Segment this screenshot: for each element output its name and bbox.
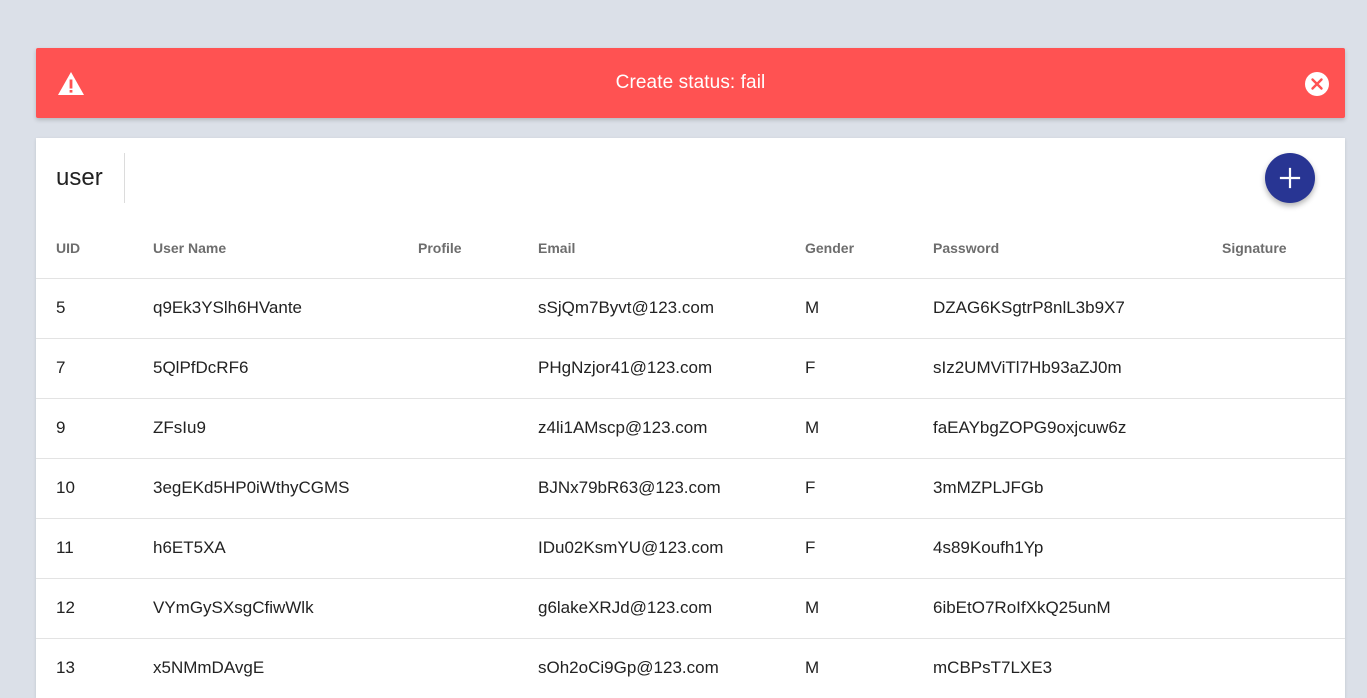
cell-profile — [418, 278, 538, 339]
cell-email: IDu02KsmYU@123.com — [538, 518, 805, 579]
cell-profile — [418, 338, 538, 399]
table-row[interactable]: 7 5QlPfDcRF6 PHgNzjor41@123.com F sIz2UM… — [36, 338, 1345, 399]
column-header-profile[interactable]: Profile — [418, 218, 538, 279]
cell-uid: 5 — [36, 278, 153, 339]
title-divider — [124, 153, 125, 203]
cell-profile — [418, 398, 538, 459]
alert-message: Create status: fail — [615, 72, 766, 93]
column-header-email[interactable]: Email — [538, 218, 805, 279]
cell-username: q9Ek3YSlh6HVante — [153, 278, 418, 339]
column-header-uid[interactable]: UID — [36, 218, 153, 279]
table-row[interactable]: 11 h6ET5XA IDu02KsmYU@123.com F 4s89Kouf… — [36, 518, 1345, 579]
cell-username: 3egEKd5HP0iWthyCGMS — [153, 458, 418, 519]
cell-username: VYmGySXsgCfiwWlk — [153, 578, 418, 639]
cell-profile — [418, 638, 538, 698]
page-title: user — [56, 164, 103, 191]
table-row[interactable]: 9 ZFsIu9 z4li1AMscp@123.com M faEAYbgZOP… — [36, 398, 1345, 459]
cell-uid: 13 — [36, 638, 153, 698]
cell-password: 4s89Koufh1Yp — [933, 518, 1222, 579]
column-header-password[interactable]: Password — [933, 218, 1222, 279]
cell-password: sIz2UMViTl7Hb93aZJ0m — [933, 338, 1222, 399]
cell-username: h6ET5XA — [153, 518, 418, 579]
cell-gender: M — [805, 638, 933, 698]
table-row[interactable]: 13 x5NMmDAvgE sOh2oCi9Gp@123.com M mCBPs… — [36, 638, 1345, 698]
cell-username: x5NMmDAvgE — [153, 638, 418, 698]
cell-uid: 12 — [36, 578, 153, 639]
user-table-card: user UID User Name Profile Email Gender … — [36, 138, 1345, 698]
cell-username: ZFsIu9 — [153, 398, 418, 459]
cell-profile — [418, 458, 538, 519]
cell-signature — [1222, 518, 1345, 579]
cell-signature — [1222, 338, 1345, 399]
column-header-gender[interactable]: Gender — [805, 218, 933, 279]
cell-email: BJNx79bR63@123.com — [538, 458, 805, 519]
cell-password: 3mMZPLJFGb — [933, 458, 1222, 519]
cell-signature — [1222, 638, 1345, 698]
table-row[interactable]: 12 VYmGySXsgCfiwWlk g6lakeXRJd@123.com M… — [36, 578, 1345, 639]
cell-email: g6lakeXRJd@123.com — [538, 578, 805, 639]
cell-gender: M — [805, 398, 933, 459]
user-table: UID User Name Profile Email Gender Passw… — [36, 218, 1345, 698]
cell-profile — [418, 578, 538, 639]
cell-uid: 9 — [36, 398, 153, 459]
cell-password: mCBPsT7LXE3 — [933, 638, 1222, 698]
cell-gender: F — [805, 338, 933, 399]
cell-gender: M — [805, 278, 933, 339]
cell-email: sOh2oCi9Gp@123.com — [538, 638, 805, 698]
cell-password: DZAG6KSgtrP8nlL3b9X7 — [933, 278, 1222, 339]
cell-uid: 10 — [36, 458, 153, 519]
table-row[interactable]: 10 3egEKd5HP0iWthyCGMS BJNx79bR63@123.co… — [36, 458, 1345, 519]
plus-icon — [1279, 167, 1301, 189]
error-alert: Create status: fail — [36, 48, 1345, 118]
cell-email: PHgNzjor41@123.com — [538, 338, 805, 399]
cell-gender: M — [805, 578, 933, 639]
cell-uid: 11 — [36, 518, 153, 579]
cell-signature — [1222, 278, 1345, 339]
cell-signature — [1222, 398, 1345, 459]
cell-email: sSjQm7Byvt@123.com — [538, 278, 805, 339]
cell-uid: 7 — [36, 338, 153, 399]
cell-email: z4li1AMscp@123.com — [538, 398, 805, 459]
close-icon[interactable] — [1304, 71, 1330, 97]
cell-username: 5QlPfDcRF6 — [153, 338, 418, 399]
cell-gender: F — [805, 458, 933, 519]
warning-icon — [58, 72, 84, 95]
cell-signature — [1222, 458, 1345, 519]
cell-password: faEAYbgZOPG9oxjcuw6z — [933, 398, 1222, 459]
table-row[interactable]: 5 q9Ek3YSlh6HVante sSjQm7Byvt@123.com M … — [36, 278, 1345, 339]
column-header-username[interactable]: User Name — [153, 218, 418, 279]
cell-password: 6ibEtO7RoIfXkQ25unM — [933, 578, 1222, 639]
add-user-button[interactable] — [1265, 153, 1315, 203]
column-header-signature[interactable]: Signature — [1222, 218, 1345, 279]
cell-signature — [1222, 578, 1345, 639]
cell-profile — [418, 518, 538, 579]
table-header-row: UID User Name Profile Email Gender Passw… — [36, 218, 1345, 279]
cell-gender: F — [805, 518, 933, 579]
